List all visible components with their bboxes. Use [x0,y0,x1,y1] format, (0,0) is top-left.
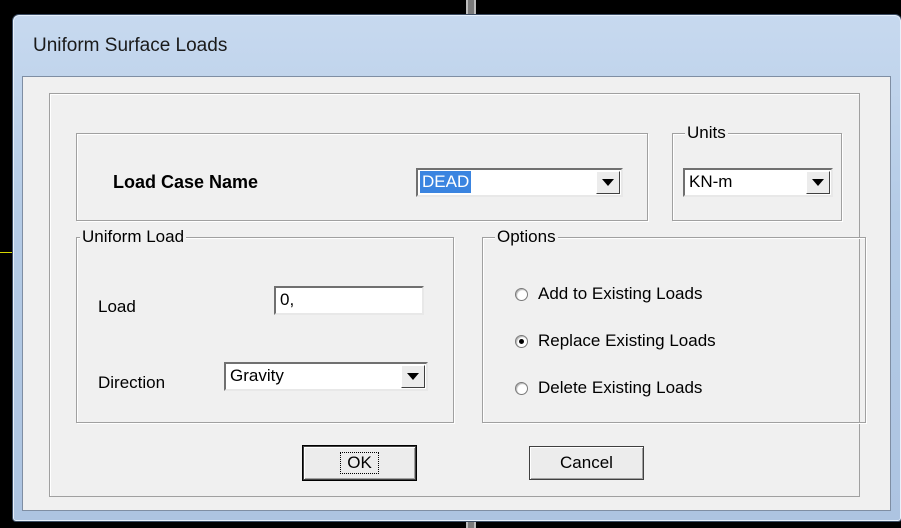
dialog-frame: Load Case Name DEAD Units KN-m Uniform L… [49,93,866,497]
direction-label: Direction [98,373,166,392]
direction-value: Gravity [230,366,284,385]
background-grid-line [0,252,12,253]
uniform-surface-loads-dialog: Uniform Surface Loads Load Case Name DEA… [12,14,901,522]
dialog-client-area: Load Case Name DEAD Units KN-m Uniform L… [22,76,891,511]
chevron-down-icon[interactable] [806,171,830,194]
chevron-down-icon[interactable] [596,171,620,194]
load-case-value: DEAD [420,171,472,193]
load-case-select[interactable]: DEAD [416,168,623,197]
units-legend: Units [685,123,728,143]
radio-label: Add to Existing Loads [538,284,703,303]
cancel-button[interactable]: Cancel [529,446,644,480]
ok-button[interactable]: OK [302,445,417,481]
radio-circle[interactable] [515,381,528,395]
direction-select[interactable]: Gravity [224,362,428,391]
radio-circle-selected[interactable] [515,334,528,348]
chevron-down-icon[interactable] [401,365,425,388]
ok-button-label: OK [340,452,379,474]
radio-label: Replace Existing Loads [538,331,716,350]
load-case-group: Load Case Name DEAD [76,133,648,221]
load-input[interactable]: 0, [274,286,424,315]
cancel-button-label: Cancel [560,453,613,472]
radio-add-to-existing[interactable]: Add to Existing Loads [515,284,702,304]
options-legend: Options [495,227,558,247]
radio-label: Delete Existing Loads [538,378,703,397]
radio-circle[interactable] [515,287,528,301]
uniform-load-group: Uniform Load Load 0, Direction Gravity [76,227,454,423]
load-case-label: Load Case Name [113,172,259,192]
dialog-title: Uniform Surface Loads [33,35,228,56]
uniform-load-legend: Uniform Load [80,227,187,247]
radio-delete-existing[interactable]: Delete Existing Loads [515,378,702,398]
units-group: Units KN-m [672,123,842,221]
load-label: Load [98,297,136,316]
radio-replace-existing[interactable]: Replace Existing Loads [515,331,716,351]
load-input-value: 0, [280,290,295,309]
options-group: Options Add to Existing Loads Replace Ex… [482,227,866,423]
units-value: KN-m [689,172,733,191]
units-select[interactable]: KN-m [683,168,833,197]
background-splitter [466,0,476,14]
